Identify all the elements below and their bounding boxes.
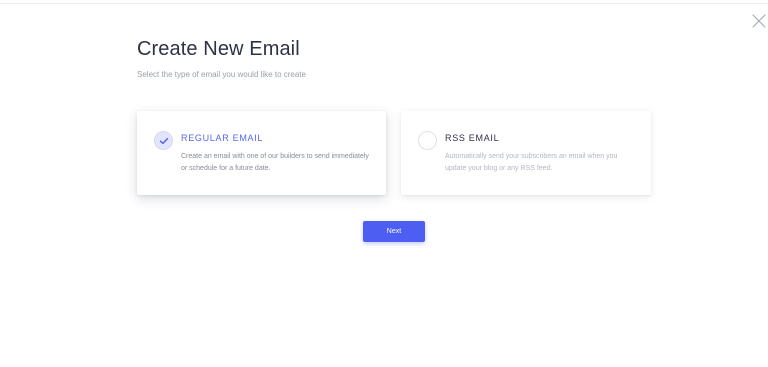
- rss-email-radio[interactable]: [418, 131, 437, 150]
- regular-email-title: REGULAR EMAIL: [181, 133, 264, 143]
- close-button[interactable]: [750, 12, 768, 30]
- regular-email-radio[interactable]: [154, 131, 173, 150]
- rss-email-title: RSS EMAIL: [445, 133, 500, 143]
- regular-email-option[interactable]: REGULAR EMAIL Create an email with one o…: [137, 111, 386, 195]
- close-icon: [752, 14, 766, 28]
- create-email-modal: Create New Email Select the type of emai…: [0, 0, 768, 367]
- top-divider: [0, 3, 768, 4]
- next-button[interactable]: Next: [363, 221, 425, 242]
- rss-email-option[interactable]: RSS EMAIL Automatically send your subscr…: [401, 111, 651, 195]
- check-icon: [159, 137, 169, 145]
- rss-email-description: Automatically send your subscribers an e…: [445, 153, 618, 172]
- page-subtitle: Select the type of email you would like …: [137, 70, 306, 79]
- page-title: Create New Email: [137, 38, 300, 60]
- regular-email-description: Create an email with one of our builders…: [181, 153, 369, 172]
